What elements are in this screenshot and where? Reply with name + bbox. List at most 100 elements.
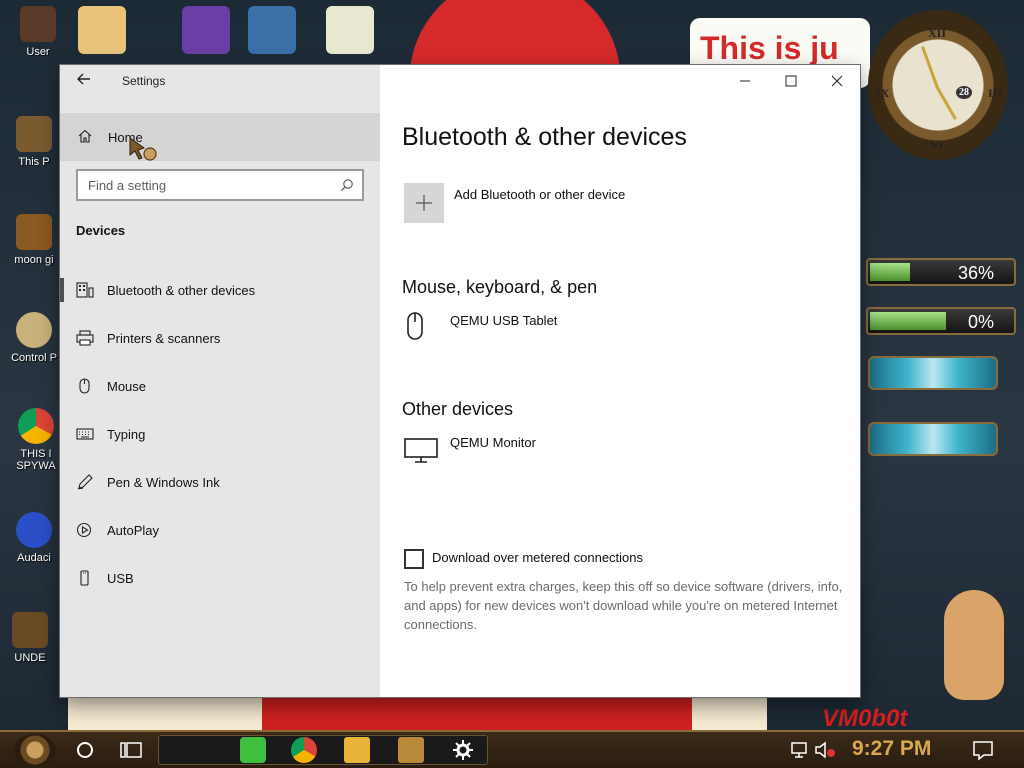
moon-icon — [16, 214, 52, 250]
file-explorer-icon[interactable] — [344, 737, 370, 763]
clock-numeral: IX — [876, 86, 890, 100]
minimize-icon — [740, 80, 750, 82]
maximize-button[interactable] — [768, 65, 814, 97]
search-circle-icon[interactable] — [72, 737, 98, 763]
sidebar-item-pen[interactable]: Pen & Windows Ink — [60, 462, 380, 502]
back-button[interactable] — [74, 71, 94, 91]
clock-numeral: XII — [928, 26, 947, 40]
lightbulb-icon — [16, 312, 52, 348]
main-content: Bluetooth & other devices Add Bluetooth … — [380, 65, 860, 697]
virtualbox-icon[interactable] — [248, 6, 296, 54]
cpu-gauge-value: 36% — [957, 263, 994, 283]
visual-studio-icon[interactable] — [182, 6, 230, 54]
clock-day: 28 — [956, 86, 972, 99]
close-button[interactable] — [814, 65, 860, 97]
desktop-icon-this-pc[interactable]: This P — [4, 116, 64, 168]
group-title-other-devices: Other devices — [402, 399, 514, 419]
printer-icon — [76, 330, 94, 346]
sidebar-item-label: Printers & scanners — [107, 331, 221, 346]
monitor-icon — [404, 438, 438, 463]
sidebar-item-typing[interactable]: Typing — [60, 414, 380, 454]
minimize-button[interactable] — [722, 65, 768, 97]
metered-checkbox-label: Download over metered connections — [432, 550, 644, 565]
maximize-icon — [785, 75, 797, 87]
cartoon-face-icon[interactable] — [78, 6, 126, 54]
chrome-icon[interactable] — [291, 737, 317, 763]
notification-icon[interactable] — [970, 737, 996, 763]
sidebar-item-label: Mouse — [107, 379, 147, 394]
mouse-icon — [407, 312, 423, 340]
desktop-icon-chrome-shortcut[interactable]: THIS I SPYWA — [6, 408, 66, 472]
usb-icon — [80, 570, 89, 586]
close-icon — [831, 75, 843, 87]
cpu-gauge-fill — [870, 263, 910, 281]
metered-help-text: To help prevent extra charges, keep this… — [404, 579, 843, 632]
sidebar-item-usb[interactable]: USB — [60, 558, 380, 598]
keyboard-icon — [76, 428, 94, 440]
memory-gauge: 0% — [866, 307, 1016, 335]
sidebar-item-label: USB — [107, 571, 134, 586]
steampunk-cursor-icon — [129, 137, 157, 161]
taskbar-clock[interactable]: 9:27 PM — [852, 737, 931, 761]
game-app-icon[interactable] — [398, 737, 424, 763]
add-device-label: Add Bluetooth or other device — [454, 187, 626, 202]
sidebar-item-mouse[interactable]: Mouse — [60, 366, 380, 406]
settings-gear-icon[interactable] — [450, 737, 476, 763]
autoplay-icon — [76, 522, 92, 538]
window-controls — [722, 65, 860, 97]
memory-gauge-value: 0% — [967, 312, 994, 332]
device-qemu-monitor[interactable]: QEMU Monitor — [404, 433, 804, 473]
notes-app-icon[interactable] — [240, 737, 266, 763]
network-icon[interactable] — [788, 737, 814, 763]
desktop-icon-moon[interactable]: moon gi — [4, 214, 64, 266]
desktop-banner-text: This is ju — [700, 30, 839, 66]
search-box[interactable] — [76, 169, 364, 201]
selection-indicator — [60, 278, 64, 302]
device-name: QEMU USB Tablet — [450, 313, 558, 328]
metered-checkbox[interactable] — [404, 549, 424, 569]
desktop-icon-user[interactable]: User — [8, 6, 68, 58]
cpu-gauge: 36% — [866, 258, 1016, 286]
sidebar-item-label: Bluetooth & other devices — [107, 283, 256, 298]
device-qemu-usb-tablet[interactable]: QEMU USB Tablet — [404, 311, 804, 351]
tube-gauge-2 — [868, 422, 998, 456]
hamster-image — [944, 590, 1004, 700]
device-name: QEMU Monitor — [450, 435, 536, 450]
memory-gauge-fill — [870, 312, 946, 330]
desktop-icon-control-panel[interactable]: Control P — [4, 312, 64, 364]
sidebar-item-bluetooth[interactable]: Bluetooth & other devices — [60, 270, 380, 310]
sidebar: Settings Home Devices Bluetooth — [60, 65, 380, 697]
gear-cog-icon — [12, 612, 48, 648]
search-input[interactable] — [88, 176, 328, 194]
hxd-icon[interactable] — [326, 6, 374, 54]
computer-icon — [16, 116, 52, 152]
pen-icon — [77, 474, 93, 490]
start-button[interactable] — [14, 734, 56, 766]
desktop-icon-unde[interactable]: UNDE — [0, 612, 60, 664]
metered-connections-option[interactable]: Download over metered connections — [404, 547, 844, 571]
taskbar: 9:27 PM — [0, 730, 1024, 768]
search-icon[interactable] — [340, 178, 354, 192]
nav-home[interactable]: Home — [60, 113, 380, 161]
window-title: Settings — [122, 74, 166, 88]
bluetooth-devices-icon — [76, 282, 94, 298]
tube-gauge-1 — [868, 356, 998, 390]
chrome-icon — [18, 408, 54, 444]
audacity-icon — [16, 512, 52, 548]
desktop-icon-audacity[interactable]: Audaci — [4, 512, 64, 564]
sidebar-item-printers[interactable]: Printers & scanners — [60, 318, 380, 358]
add-device-button[interactable]: Add Bluetooth or other device — [404, 183, 804, 225]
clock-numeral: VI — [930, 138, 944, 152]
sidebar-item-autoplay[interactable]: AutoPlay — [60, 510, 380, 550]
page-title: Bluetooth & other devices — [402, 123, 687, 151]
sidebar-item-label: AutoPlay — [107, 523, 160, 538]
group-title-mouse-keyboard-pen: Mouse, keyboard, & pen — [402, 277, 598, 297]
back-arrow-icon — [77, 73, 90, 85]
mouse-icon — [79, 378, 90, 394]
sidebar-item-label: Typing — [107, 427, 146, 442]
pinned-apps-bar — [158, 735, 488, 765]
settings-window: Settings Home Devices Bluetooth — [60, 65, 860, 697]
task-view-icon[interactable] — [118, 737, 144, 763]
volume-muted-icon[interactable] — [812, 737, 838, 763]
clock-numeral: III — [988, 86, 1003, 100]
